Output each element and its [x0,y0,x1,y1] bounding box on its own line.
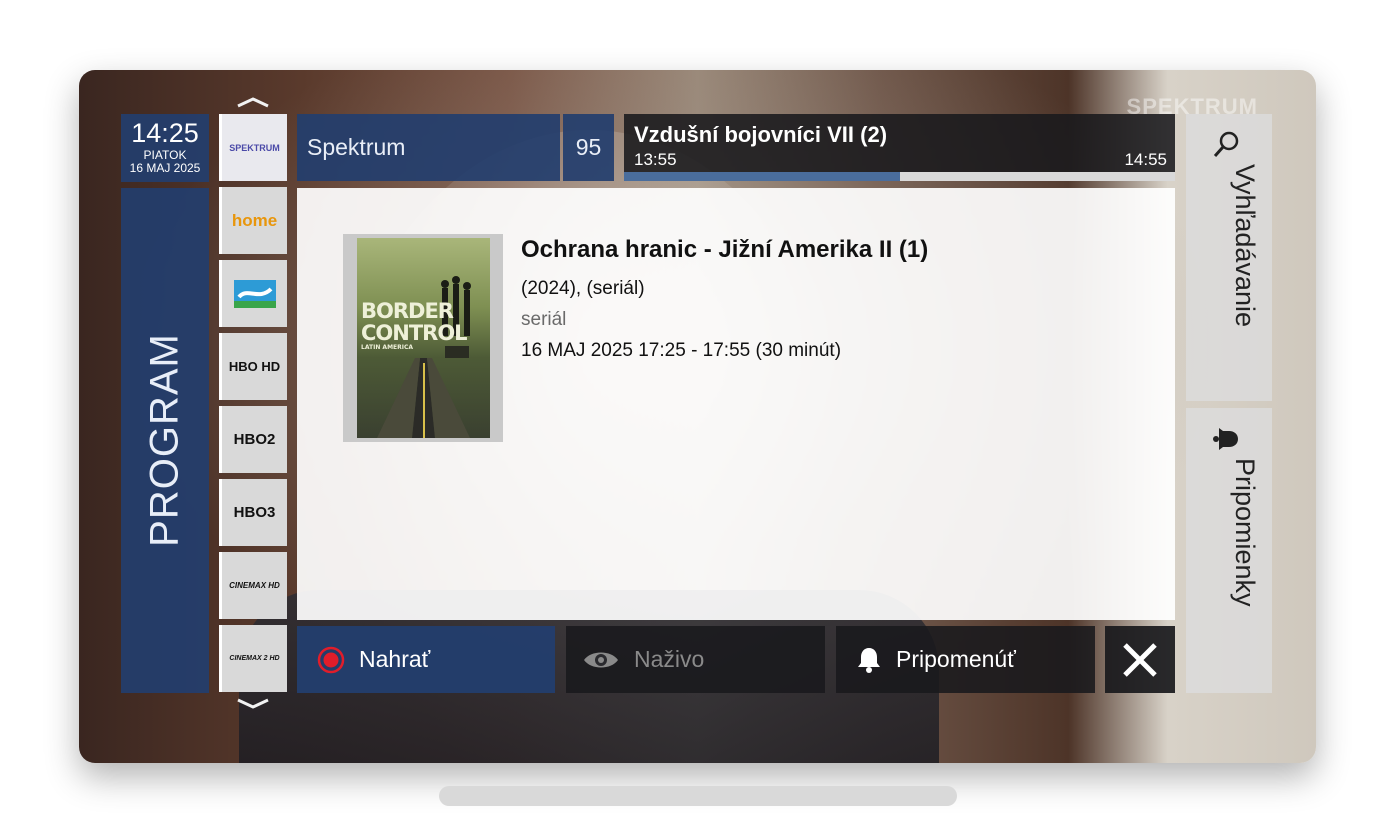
reminders-panel[interactable]: Pripomienky [1186,408,1272,693]
remind-button[interactable]: Pripomenúť [836,626,1095,693]
record-button[interactable]: Nahrať [297,626,555,693]
now-playing-end: 14:55 [1124,150,1167,169]
channel-item-hbo2[interactable]: HBO2 [219,406,287,473]
program-panel[interactable]: PROGRAM [121,188,209,693]
close-button[interactable] [1105,626,1175,693]
program-detail: BORDER CONTROL LATIN AMERICA Ochrana hra… [297,188,1175,620]
close-icon [1123,642,1157,677]
program-year: (2024), (seriál) [521,278,645,299]
program-title: Ochrana hranic - Jižní Amerika II (1) [521,236,929,263]
remind-label: Pripomenúť [896,646,1016,672]
poster-title-line-1: BORDER [361,299,454,323]
channel-item-cinemax-hd[interactable]: CINEMAX HD [219,552,287,619]
channel-item-hbo-hd[interactable]: HBO HD [219,333,287,400]
program-genre: seriál [521,309,567,330]
cinemax2-hd-logo: CINEMAX 2 HD [229,655,280,662]
program-info: Ochrana hranic - Jižní Amerika II (1) (2… [521,236,928,362]
chevron-down-icon[interactable] [236,698,270,710]
hbo2-logo: HBO2 [233,431,276,448]
spektrum-home-logo-icon [233,279,276,308]
poster-title-line-2: CONTROL [361,321,468,345]
chevron-up-icon[interactable] [236,96,270,108]
clock: 14:25 PIATOK 16 MAJ 2025 [121,114,209,182]
poster-subtitle: LATIN AMERICA [361,344,414,351]
home-indicator [439,786,957,806]
hbo3-logo: HBO3 [233,504,276,521]
clock-time: 14:25 [131,118,199,148]
channel-item-spektrum-home[interactable] [219,260,287,327]
now-playing: Vzdušní bojovníci VII (2) 13:55 14:55 [624,114,1175,181]
record-label: Nahrať [359,646,431,672]
program-schedule: 16 MAJ 2025 17:25 - 17:55 (30 minút) [521,340,842,361]
eye-icon [582,648,620,672]
poster-image: BORDER CONTROL LATIN AMERICA [357,238,490,438]
search-panel[interactable]: Vyhľadávanie [1186,114,1272,401]
bell-icon [856,646,882,674]
program-poster: BORDER CONTROL LATIN AMERICA [343,234,503,442]
search-label: Vyhľadávanie [1230,164,1260,327]
current-channel-name: Spektrum [297,114,560,181]
record-icon [317,646,345,674]
now-playing-progress [624,172,1175,181]
current-channel-number: 95 [563,114,614,181]
now-playing-title: Vzdušní bojovníci VII (2) [634,122,888,147]
channel-item-spektrum[interactable]: SPEKTRUM [219,114,287,181]
bell-icon [1213,428,1238,450]
poster-title: BORDER CONTROL LATIN AMERICA [361,299,468,352]
now-playing-start: 13:55 [634,150,677,169]
spektrum-logo: SPEKTRUM [229,142,280,153]
clock-date: 16 MAJ 2025 [129,161,201,175]
live-button[interactable]: Naživo [566,626,825,693]
live-label: Naživo [634,646,705,672]
channel-item-home[interactable]: home [219,187,287,254]
channel-item-hbo3[interactable]: HBO3 [219,479,287,546]
home-logo: home [231,210,278,230]
reminders-label: Pripomienky [1230,458,1260,607]
cinemax-hd-logo: CINEMAX HD [229,581,280,590]
channel-item-cinemax2-hd[interactable]: CINEMAX 2 HD [219,625,287,692]
search-icon [1213,131,1239,157]
now-playing-progress-fill [624,172,900,181]
hbo-hd-logo: HBO HD [228,359,281,374]
program-label: PROGRAM [142,333,187,547]
